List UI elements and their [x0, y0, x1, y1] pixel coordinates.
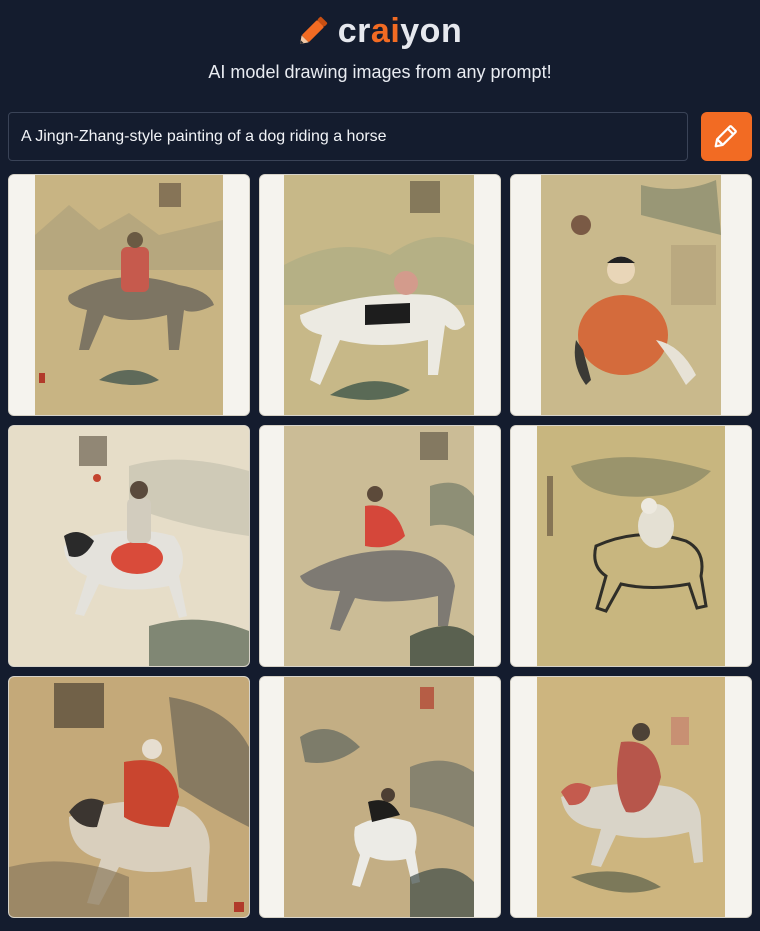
painting-white-horse — [260, 175, 500, 415]
generated-image-6[interactable] — [510, 425, 752, 667]
pencil-icon — [712, 120, 742, 153]
generated-image-8[interactable] — [259, 676, 501, 918]
painting-ink-horse — [511, 426, 751, 666]
draw-button[interactable] — [701, 112, 752, 161]
painting-rider-pink-robe — [511, 677, 751, 917]
painting-white-horse-pines — [260, 677, 500, 917]
generated-image-9[interactable] — [510, 676, 752, 918]
tagline: AI model drawing images from any prompt! — [208, 62, 552, 82]
painting-rider-red-robe — [9, 677, 249, 917]
painting-rider-red-cloak — [260, 426, 500, 666]
painting-rider-striped-robe — [9, 175, 249, 415]
generated-image-2[interactable] — [259, 174, 501, 416]
painting-rider-red-saddle — [9, 426, 249, 666]
painting-rider-orange-robe — [511, 175, 751, 415]
prompt-input[interactable] — [8, 112, 688, 161]
generated-image-7[interactable] — [8, 676, 250, 918]
logo-text: craiyon — [337, 11, 463, 50]
pencil-icon — [298, 12, 332, 51]
generated-image-1[interactable] — [8, 174, 250, 416]
craiyon-logo[interactable]: craiyon — [0, 10, 760, 52]
generated-image-4[interactable] — [8, 425, 250, 667]
results-grid — [8, 174, 752, 918]
generated-image-3[interactable] — [510, 174, 752, 416]
generated-image-5[interactable] — [259, 425, 501, 667]
